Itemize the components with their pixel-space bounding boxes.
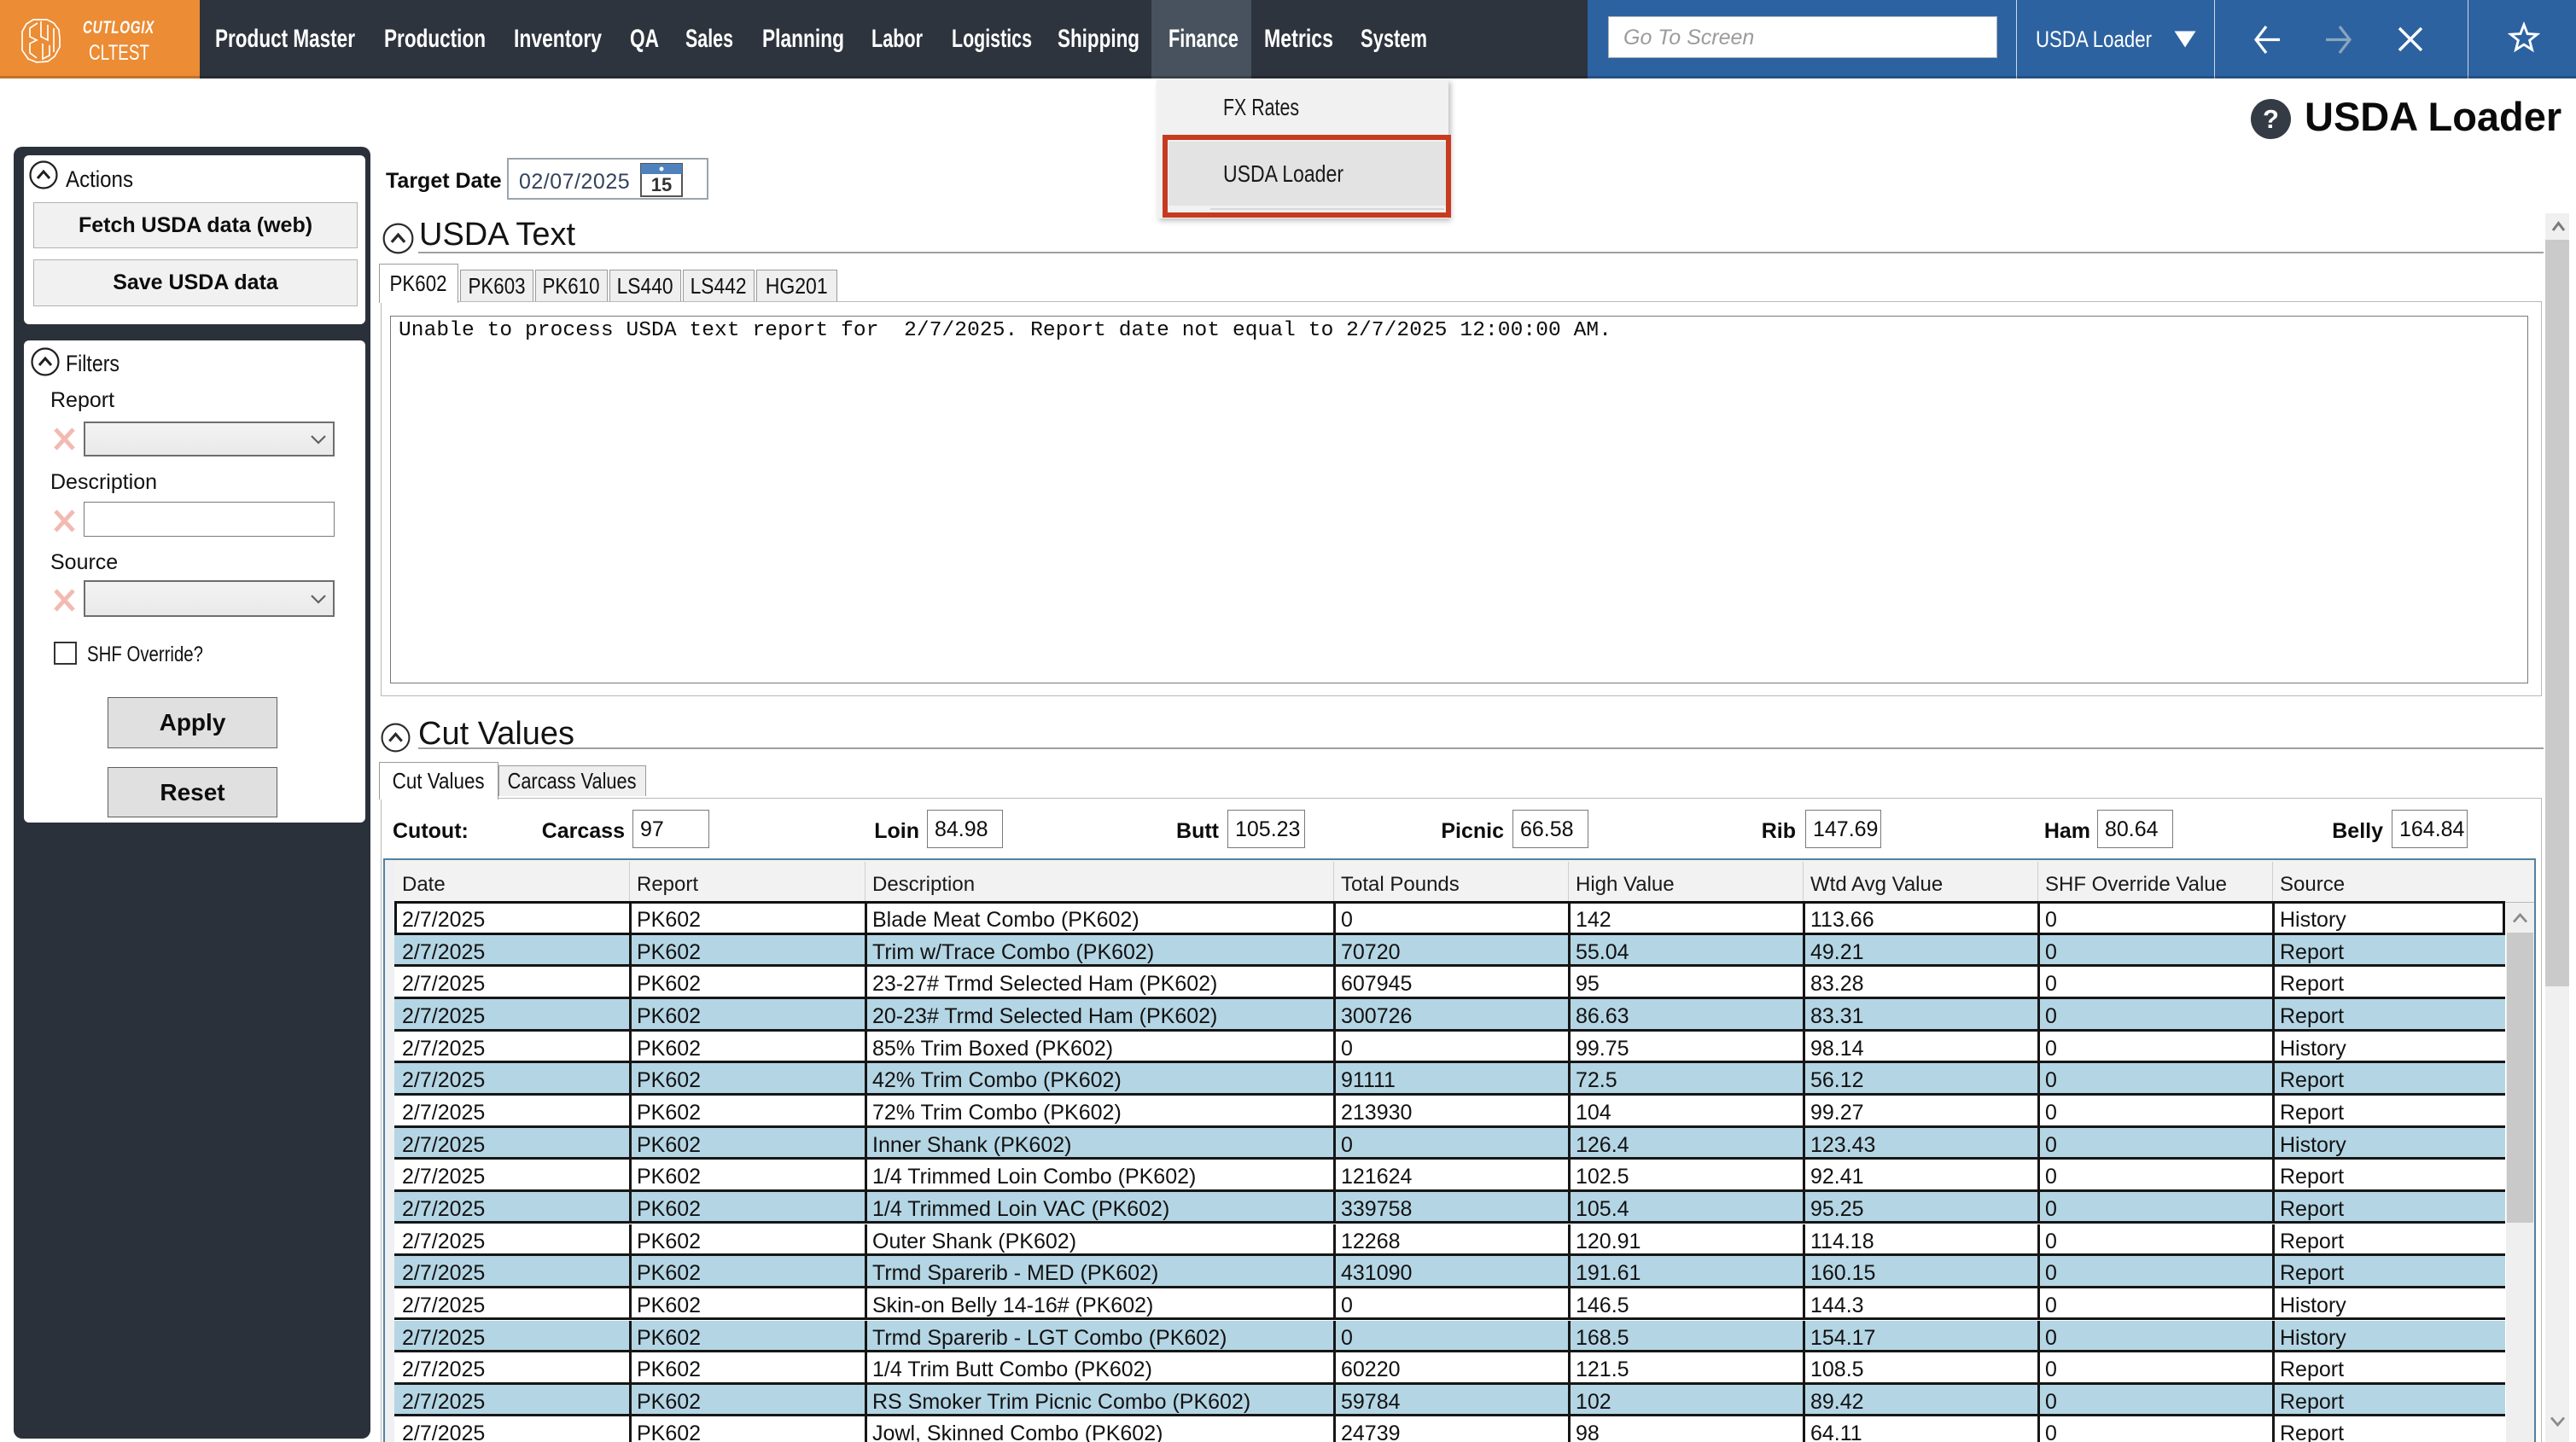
svg-text:15: 15 [651, 174, 672, 195]
